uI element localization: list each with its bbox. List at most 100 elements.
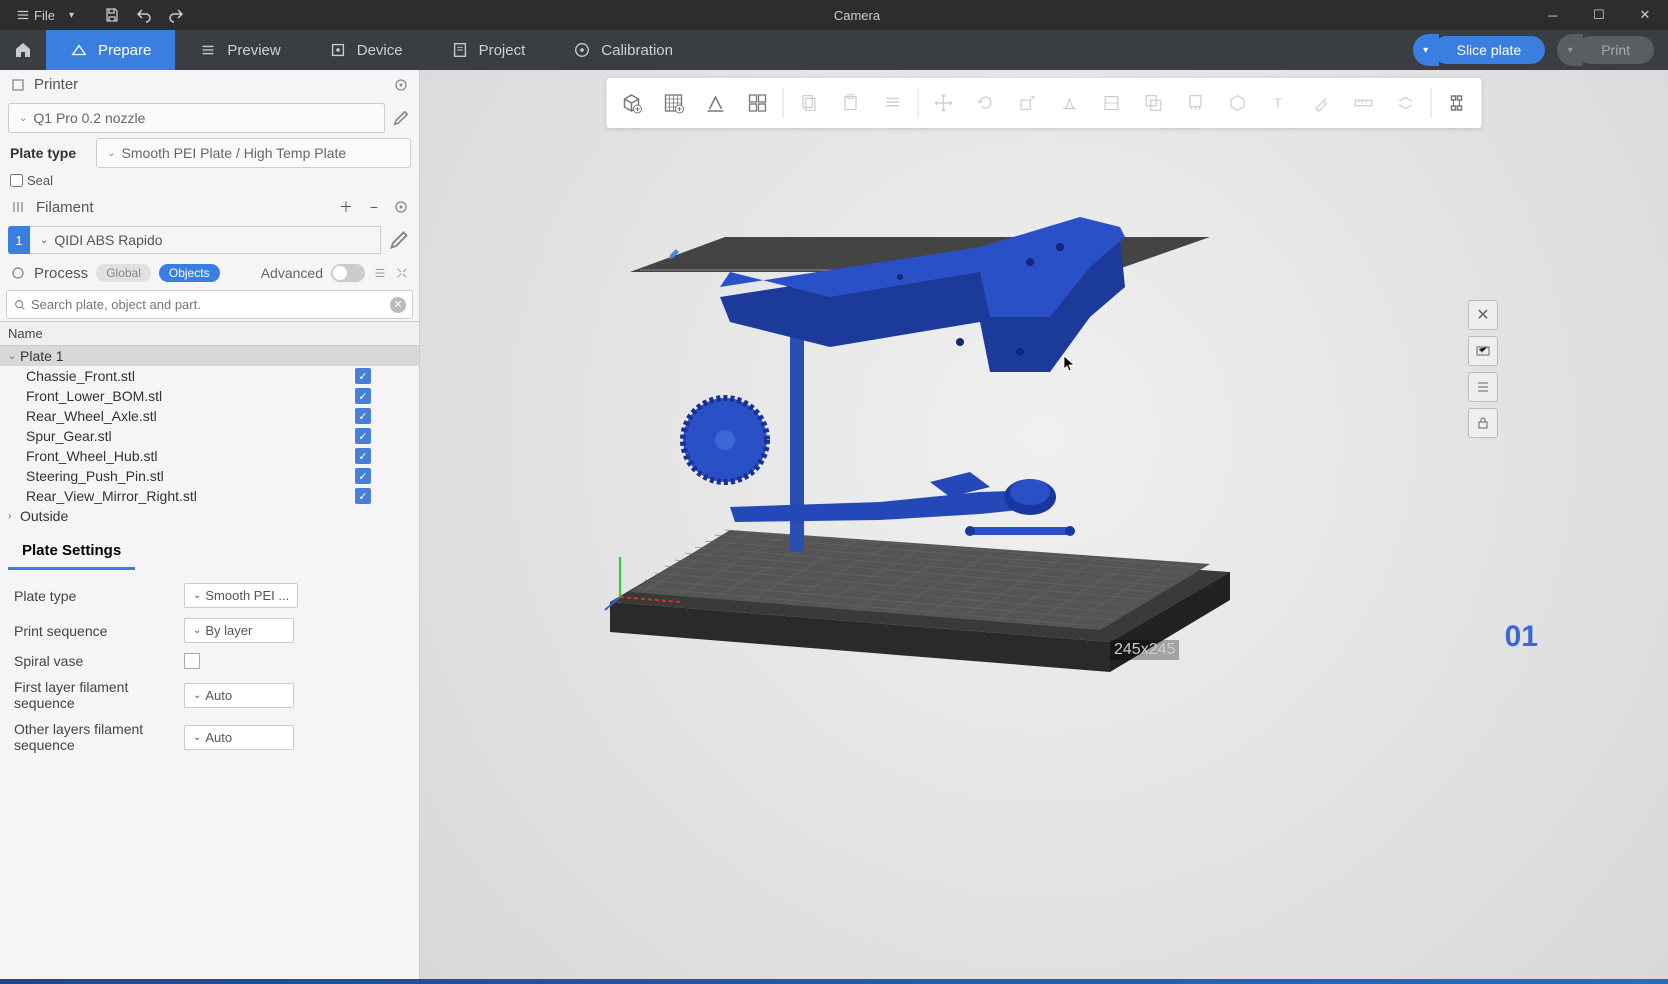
calibration-tab[interactable]: Calibration bbox=[549, 30, 697, 70]
printer-edit-icon[interactable] bbox=[391, 108, 411, 128]
minimize-button[interactable]: ─ bbox=[1530, 0, 1576, 30]
add-plate-tool[interactable] bbox=[653, 82, 695, 124]
filament-settings-icon[interactable] bbox=[393, 199, 409, 215]
filament-add-icon[interactable]: ＋ bbox=[337, 198, 355, 216]
filament-edit-icon[interactable] bbox=[387, 228, 411, 252]
object-visible-checkbox[interactable]: ✓ bbox=[355, 408, 371, 424]
filament-section-title: Filament bbox=[36, 199, 327, 216]
home-tab[interactable] bbox=[0, 30, 46, 70]
prepare-label: Prepare bbox=[98, 42, 151, 59]
setting-other-layers-value: Auto bbox=[205, 730, 232, 745]
filament-icon bbox=[10, 199, 26, 215]
chevron-down-icon: ⌄ bbox=[193, 690, 201, 701]
arrange-tool[interactable] bbox=[737, 82, 779, 124]
chevron-down-icon: ⌄ bbox=[193, 732, 201, 743]
process-objects-pill[interactable]: Objects bbox=[159, 264, 220, 282]
device-tab[interactable]: Device bbox=[305, 30, 427, 70]
object-name: Front_Wheel_Hub.stl bbox=[26, 448, 355, 464]
3d-viewport[interactable]: T ✕ bbox=[420, 70, 1668, 984]
process-global-pill[interactable]: Global bbox=[96, 264, 151, 282]
object-visible-checkbox[interactable]: ✓ bbox=[355, 428, 371, 444]
project-tab[interactable]: Project bbox=[427, 30, 550, 70]
search-box[interactable]: ✕ bbox=[6, 290, 413, 319]
list-icon[interactable] bbox=[373, 266, 387, 280]
object-name: Rear_Wheel_Axle.stl bbox=[26, 408, 355, 424]
advanced-toggle[interactable] bbox=[331, 264, 365, 282]
save-icon[interactable] bbox=[104, 7, 120, 23]
setting-other-layers-label: Other layers filament sequence bbox=[14, 721, 184, 753]
object-row[interactable]: Front_Lower_BOM.stl✓ bbox=[0, 386, 419, 406]
object-visible-checkbox[interactable]: ✓ bbox=[355, 448, 371, 464]
redo-icon[interactable] bbox=[168, 7, 184, 23]
slice-plate-button[interactable]: Slice plate bbox=[1433, 36, 1546, 64]
filament-select[interactable]: ⌄QIDI ABS Rapido bbox=[30, 226, 381, 254]
vp-plate-settings-icon[interactable] bbox=[1468, 336, 1498, 366]
object-visible-checkbox[interactable]: ✓ bbox=[355, 488, 371, 504]
setting-first-layer-select[interactable]: ⌄Auto bbox=[184, 683, 294, 708]
text-tool: T bbox=[1259, 82, 1301, 124]
seal-checkbox[interactable] bbox=[10, 174, 23, 187]
slice-dropdown-chevron[interactable]: ▾ bbox=[1413, 34, 1439, 66]
object-row[interactable]: Front_Wheel_Hub.stl✓ bbox=[0, 446, 419, 466]
object-visible-checkbox[interactable]: ✓ bbox=[355, 468, 371, 484]
search-input[interactable] bbox=[27, 293, 390, 316]
calibration-icon bbox=[573, 41, 591, 59]
plate-row[interactable]: ⌄ Plate 1 bbox=[0, 346, 419, 366]
maximize-button[interactable]: ☐ bbox=[1576, 0, 1622, 30]
plate-type-select[interactable]: ⌄ Smooth PEI Plate / High Temp Plate bbox=[96, 138, 411, 168]
filament-section-header: Filament ＋ − bbox=[0, 192, 419, 222]
vp-object-list-icon[interactable] bbox=[1468, 372, 1498, 402]
filament-chip-number[interactable]: 1 bbox=[8, 226, 30, 254]
filament-remove-icon[interactable]: − bbox=[365, 198, 383, 216]
setting-print-seq-select[interactable]: ⌄By layer bbox=[184, 618, 294, 643]
viewport-side-buttons: ✕ bbox=[1468, 300, 1498, 438]
object-row[interactable]: Chassie_Front.stl✓ bbox=[0, 366, 419, 386]
close-button[interactable]: ✕ bbox=[1622, 0, 1668, 30]
prepare-icon bbox=[70, 41, 88, 59]
vp-close-plate-icon[interactable]: ✕ bbox=[1468, 300, 1498, 330]
object-visible-checkbox[interactable]: ✓ bbox=[355, 368, 371, 384]
object-row[interactable]: Steering_Push_Pin.stl✓ bbox=[0, 466, 419, 486]
chevron-down-icon: ⌄ bbox=[107, 148, 115, 159]
printer-select[interactable]: ⌄ Q1 Pro 0.2 nozzle bbox=[8, 103, 385, 133]
object-row[interactable]: Rear_View_Mirror_Right.stl✓ bbox=[0, 486, 419, 506]
plate-type-label: Plate type bbox=[0, 137, 86, 169]
object-visible-checkbox[interactable]: ✓ bbox=[355, 388, 371, 404]
orient-tool[interactable] bbox=[695, 82, 737, 124]
printer-section-title: Printer bbox=[34, 76, 385, 93]
vp-lock-icon[interactable] bbox=[1468, 408, 1498, 438]
left-sidebar: Printer ⌄ Q1 Pro 0.2 nozzle Plate type ⌄… bbox=[0, 70, 420, 984]
setting-other-layers-select[interactable]: ⌄ Auto bbox=[184, 725, 294, 750]
undo-icon[interactable] bbox=[136, 7, 152, 23]
chevron-down-icon: ⌄ bbox=[40, 235, 48, 246]
scale-tool bbox=[1007, 82, 1049, 124]
plate-number-label: 01 bbox=[1505, 620, 1538, 654]
move-tool bbox=[923, 82, 965, 124]
prepare-tab[interactable]: Prepare bbox=[46, 30, 175, 70]
plate-type-value: Smooth PEI Plate / High Temp Plate bbox=[122, 145, 347, 161]
setting-plate-type-select[interactable]: ⌄Smooth PEI ... bbox=[184, 583, 298, 608]
outside-row[interactable]: ›Outside bbox=[0, 506, 419, 526]
object-name: Rear_View_Mirror_Right.stl bbox=[26, 488, 355, 504]
file-dropdown-chevron[interactable]: ▾ bbox=[69, 10, 74, 21]
variable-height-tool[interactable] bbox=[1436, 82, 1478, 124]
print-button[interactable]: Print bbox=[1577, 36, 1654, 64]
object-row[interactable]: Rear_Wheel_Axle.stl✓ bbox=[0, 406, 419, 426]
search-clear-icon[interactable]: ✕ bbox=[390, 297, 406, 313]
add-cube-tool[interactable] bbox=[611, 82, 653, 124]
printer-selected-value: Q1 Pro 0.2 nozzle bbox=[33, 110, 145, 126]
project-label: Project bbox=[479, 42, 526, 59]
preview-tab[interactable]: Preview bbox=[175, 30, 304, 70]
chevron-down-icon: ⌄ bbox=[193, 625, 201, 636]
printer-settings-icon[interactable] bbox=[393, 77, 409, 93]
object-row[interactable]: Spur_Gear.stl✓ bbox=[0, 426, 419, 446]
chevron-down-icon: ⌄ bbox=[19, 113, 27, 124]
expand-icon[interactable] bbox=[395, 266, 409, 280]
file-menu[interactable]: File bbox=[8, 4, 63, 27]
plate-dimensions-label: 245x245 bbox=[1110, 640, 1179, 660]
slice-label: Slice plate bbox=[1457, 42, 1522, 58]
setting-spiral-vase-checkbox[interactable] bbox=[184, 653, 200, 669]
device-icon bbox=[329, 41, 347, 59]
cube-outline-tool bbox=[1217, 82, 1259, 124]
assembly-tool bbox=[1385, 82, 1427, 124]
